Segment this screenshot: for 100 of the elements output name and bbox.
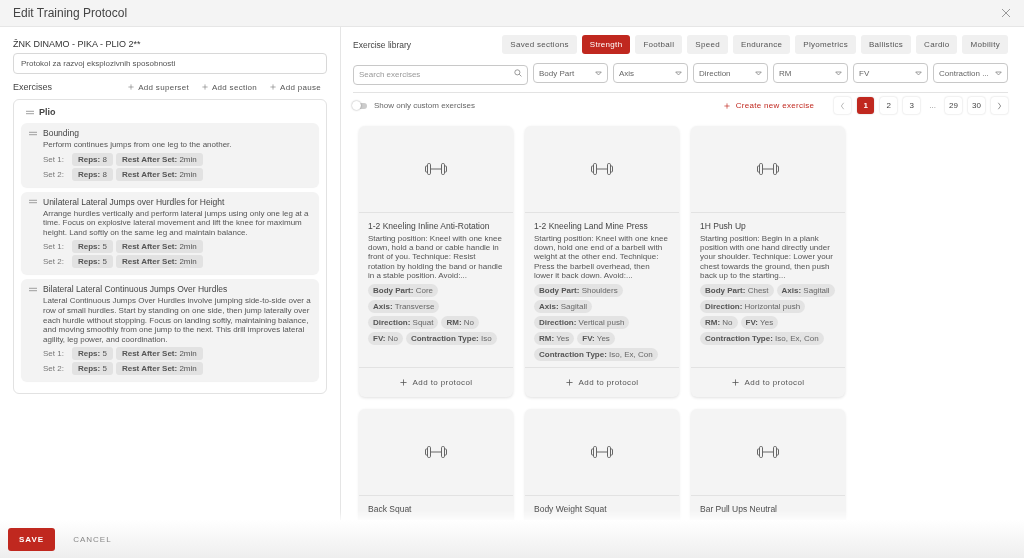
- dumbbell-icon: [424, 161, 448, 177]
- attribute-tag: Direction: Horizontal push: [700, 299, 806, 313]
- add-button[interactable]: Add pause: [270, 82, 321, 92]
- exercise-description: Arrange hurdles vertically and perform lateral jumps using only one leg at a time. Focus on explosive lateral movement and lift the knee for maximum height. Land softly on the same leg and maintain balance.: [43, 208, 310, 238]
- plus-icon: [201, 84, 208, 90]
- filter-dropdown[interactable]: Body Part: [533, 63, 608, 83]
- drag-handle-icon[interactable]: [26, 109, 34, 115]
- attribute-tag: Contraction Type: Iso: [405, 331, 497, 345]
- reps-chip: Reps: 5: [72, 240, 113, 254]
- caret-icon: [595, 70, 602, 76]
- dialog-title: Edit Training Protocol: [13, 6, 128, 20]
- exercises-heading: Exercises: [13, 82, 52, 92]
- attribute-tag: Contraction Type: Iso, Ex, Con: [700, 331, 824, 345]
- set-label: Set 1:: [43, 242, 65, 252]
- reps-chip: Reps: 5: [72, 362, 113, 376]
- caret-icon: [915, 70, 922, 76]
- chevron-left-icon: [840, 101, 846, 110]
- drag-handle-icon[interactable]: [29, 286, 37, 292]
- attribute-tag: FV: Yes: [577, 331, 615, 345]
- attribute-tag: RM: No: [441, 315, 480, 329]
- attribute-tag: Direction: Squat: [368, 315, 439, 329]
- category-tab[interactable]: Endurance: [732, 35, 791, 54]
- description-field[interactable]: Protokol za razvoj eksplozivnih sposobnosti: [13, 53, 327, 74]
- add-to-protocol-button[interactable]: Add to protocol: [691, 366, 845, 397]
- attribute-tag: FV: No: [368, 331, 403, 345]
- library-title: Exercise library: [353, 39, 412, 50]
- filter-dropdown[interactable]: FV: [853, 63, 928, 83]
- attribute-tag: Direction: Vertical push: [534, 315, 630, 329]
- attribute-tag: Body Part: Shoulders: [534, 283, 623, 297]
- category-tab[interactable]: Cardio: [916, 35, 958, 54]
- set-label: Set 2:: [43, 364, 65, 374]
- caret-icon: [675, 70, 682, 76]
- section-name: Plio: [39, 107, 56, 117]
- rest-chip: Rest After Set: 2min: [115, 152, 203, 166]
- filter-dropdown[interactable]: Direction: [693, 63, 768, 83]
- page-button[interactable]: 30: [968, 97, 985, 114]
- plus-icon: [723, 102, 730, 109]
- reps-chip: Reps: 8: [72, 152, 113, 166]
- page-button[interactable]: 29: [945, 97, 962, 114]
- exercise-title: Body Weight Squat: [534, 503, 608, 514]
- set-label: Set 2:: [43, 257, 65, 267]
- drag-handle-icon[interactable]: [29, 130, 37, 136]
- search-icon: [514, 69, 522, 77]
- category-tab[interactable]: Ballistics: [860, 35, 912, 54]
- set-label: Set 1:: [43, 154, 65, 164]
- caret-icon: [835, 70, 842, 76]
- exercise-name: Bilateral Lateral Continuous Jumps Over Hurdles: [43, 284, 228, 295]
- page-button[interactable]: 2: [880, 97, 898, 114]
- filter-dropdown[interactable]: RM: [773, 63, 848, 83]
- plus-icon: [399, 378, 407, 386]
- attribute-tag: Body Part: Core: [368, 283, 438, 297]
- exercise-description: Perform continues jumps from one leg to the another.: [43, 140, 233, 150]
- plus-icon: [731, 378, 739, 386]
- exercise-description: Starting position: Kneel with one knee down, hold a band or cable handle in front of you. Technique: Resist rotation by holding the band or handle in a stable position. Avoid:...: [368, 234, 504, 280]
- category-tab[interactable]: Football: [635, 35, 683, 54]
- create-exercise-link[interactable]: Create new exercise: [723, 101, 815, 110]
- dumbbell-icon: [590, 443, 614, 460]
- close-icon[interactable]: [1001, 8, 1011, 18]
- dumbbell-icon: [756, 161, 780, 177]
- cancel-button[interactable]: CANCEL: [65, 527, 120, 551]
- filter-dropdown[interactable]: Axis: [613, 63, 688, 83]
- page-button[interactable]: 1: [857, 97, 875, 114]
- category-tab[interactable]: Speed: [687, 35, 728, 54]
- attribute-tag: FV: Yes: [740, 315, 779, 329]
- category-tab[interactable]: Mobility: [962, 35, 1008, 54]
- exercise-name: Unilateral Lateral Jumps over Hurdles for Height: [43, 196, 225, 207]
- attribute-tag: Axis: Sagitall: [534, 299, 593, 313]
- reps-chip: Reps: 5: [72, 347, 113, 361]
- page-button[interactable]: 3: [903, 97, 921, 114]
- exercise-title: Back Squat: [368, 503, 413, 514]
- category-tab[interactable]: Strength: [581, 35, 631, 54]
- plus-icon: [270, 84, 277, 90]
- dumbbell-icon: [756, 443, 780, 460]
- add-to-protocol-button[interactable]: Add to protocol: [359, 366, 513, 397]
- caret-icon: [995, 70, 1002, 76]
- add-button[interactable]: Add section: [201, 82, 258, 92]
- filter-dropdown[interactable]: Contraction ...: [933, 63, 1008, 83]
- reps-chip: Reps: 5: [72, 255, 113, 269]
- previous-page-button[interactable]: [834, 97, 852, 114]
- toggle-label: Show only custom exercises: [374, 101, 475, 110]
- dumbbell-icon: [590, 161, 614, 177]
- attribute-tag: Axis: Sagitall: [776, 283, 835, 297]
- plus-icon: [128, 84, 135, 90]
- exercise-title: 1-2 Kneeling Inline Anti-Rotation: [368, 221, 491, 231]
- rest-chip: Rest After Set: 2min: [115, 167, 203, 181]
- toggle-switch[interactable]: [353, 102, 367, 109]
- exercise-name: Bounding: [43, 128, 79, 138]
- add-to-protocol-button[interactable]: Add to protocol: [525, 366, 679, 397]
- category-tab[interactable]: Saved sections: [502, 35, 577, 54]
- set-label: Set 1:: [43, 349, 65, 359]
- save-button[interactable]: SAVE: [8, 527, 56, 551]
- add-button[interactable]: Add superset: [128, 82, 189, 92]
- category-tab[interactable]: Plyometrics: [795, 35, 856, 54]
- plus-icon: [565, 378, 573, 386]
- next-page-button[interactable]: [991, 97, 1008, 114]
- search-field[interactable]: Search exercises: [353, 64, 528, 85]
- caret-icon: [755, 70, 762, 76]
- chevron-right-icon: [997, 101, 1002, 110]
- exercise-title: 1H Push Up: [700, 221, 747, 231]
- drag-handle-icon[interactable]: [29, 199, 37, 205]
